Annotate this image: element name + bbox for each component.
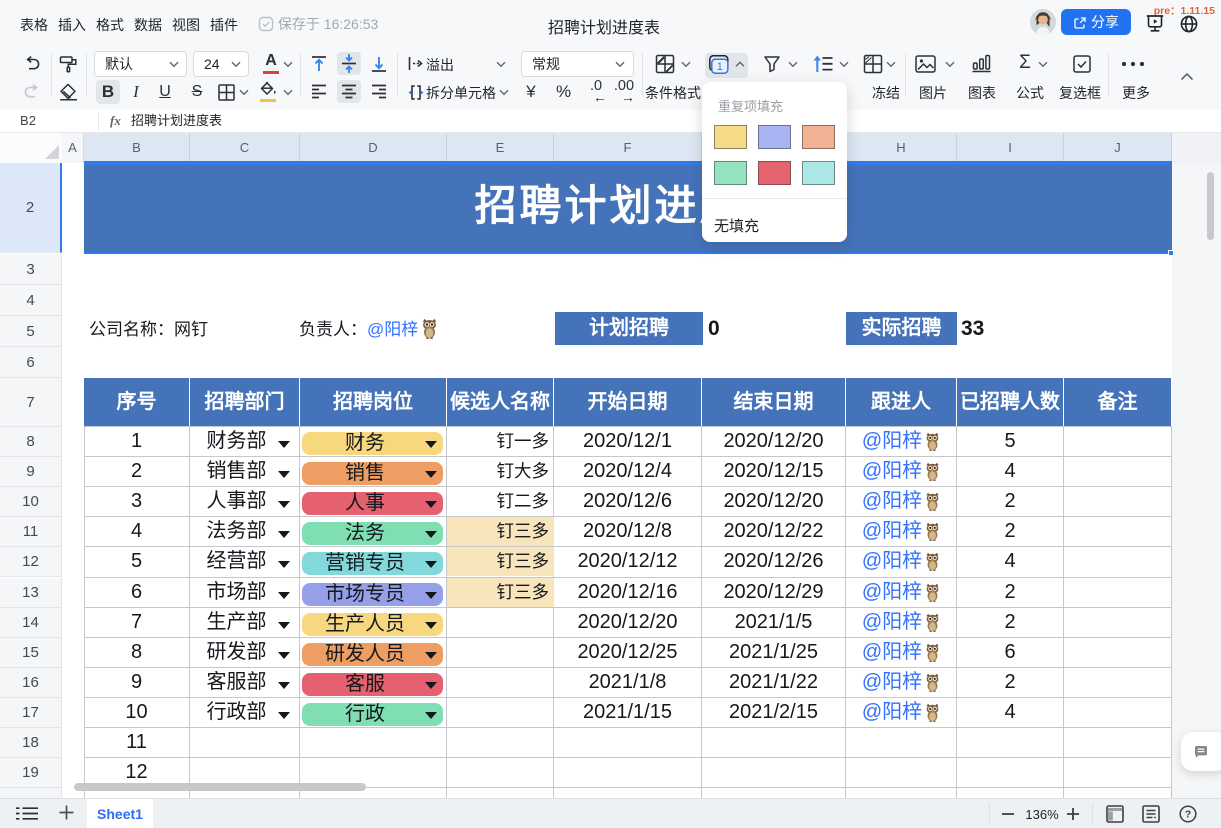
- svg-text:1: 1: [717, 61, 723, 73]
- svg-text:?: ?: [1185, 809, 1191, 821]
